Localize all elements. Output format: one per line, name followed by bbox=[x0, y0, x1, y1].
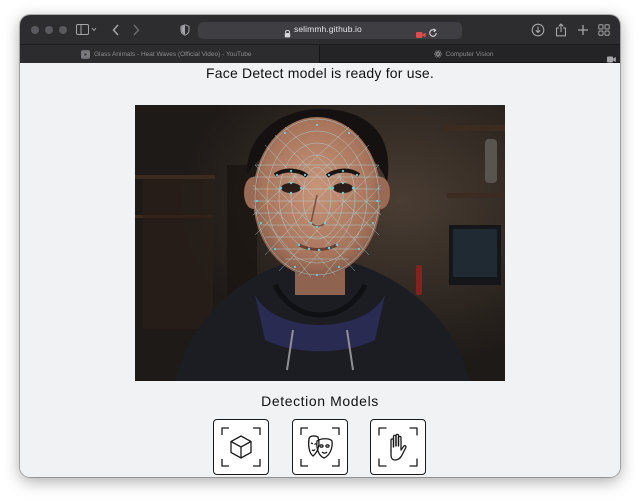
back-icon[interactable] bbox=[112, 21, 120, 39]
atom-favicon-icon bbox=[433, 50, 442, 58]
detection-models-heading: Detection Models bbox=[261, 393, 379, 409]
hand-detect-button[interactable] bbox=[370, 419, 426, 475]
tab-bar: Glass Animals - Heat Waves (Official Vid… bbox=[20, 45, 620, 63]
cube-detect-button[interactable] bbox=[213, 419, 269, 475]
face-mask-detect-icon bbox=[300, 427, 340, 467]
model-status-message: Face Detect model is ready for use. bbox=[206, 65, 434, 81]
lock-icon bbox=[284, 25, 291, 43]
browser-window: selimmh.github.io Glass Animals - Heat W… bbox=[20, 15, 620, 477]
minimize-window-button[interactable] bbox=[45, 26, 53, 34]
tab-overview-icon[interactable] bbox=[598, 21, 610, 39]
hand-detect-icon bbox=[378, 427, 418, 467]
cube-detect-icon bbox=[221, 427, 261, 467]
sidebar-icon[interactable] bbox=[76, 21, 98, 39]
tab-youtube[interactable]: Glass Animals - Heat Waves (Official Vid… bbox=[20, 45, 320, 63]
webcam-video-feed bbox=[135, 105, 505, 381]
zoom-window-button[interactable] bbox=[59, 26, 67, 34]
youtube-favicon-icon bbox=[81, 49, 90, 59]
forward-icon[interactable] bbox=[132, 21, 140, 39]
address-bar[interactable]: selimmh.github.io bbox=[198, 22, 462, 39]
tab-label: Glass Animals - Heat Waves (Official Vid… bbox=[94, 50, 252, 58]
privacy-shield-icon[interactable] bbox=[180, 21, 190, 39]
page-content: Face Detect model is ready for use. Dete… bbox=[20, 63, 620, 477]
close-window-button[interactable] bbox=[31, 26, 39, 34]
url-text: selimmh.github.io bbox=[294, 24, 362, 34]
tab-label: Computer Vision bbox=[445, 50, 494, 58]
downloads-icon[interactable] bbox=[531, 21, 545, 39]
new-tab-icon[interactable] bbox=[577, 21, 589, 39]
reload-icon[interactable] bbox=[428, 25, 438, 43]
tab-computer-vision[interactable]: Computer Vision bbox=[321, 45, 606, 63]
share-icon[interactable] bbox=[555, 21, 567, 39]
face-detect-button[interactable] bbox=[292, 419, 348, 475]
browser-toolbar: selimmh.github.io bbox=[20, 15, 620, 45]
camera-in-use-icon[interactable] bbox=[416, 26, 426, 44]
